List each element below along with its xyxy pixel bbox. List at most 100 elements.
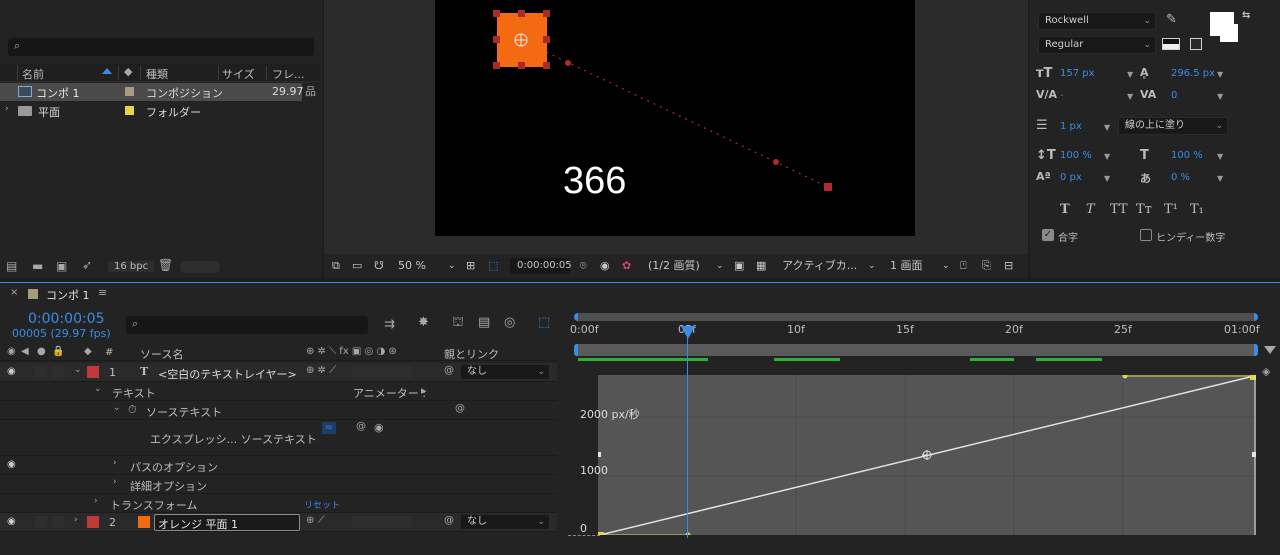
- expression-language-menu-icon[interactable]: ◉: [374, 422, 384, 433]
- chevron-down-icon[interactable]: ▼: [1104, 123, 1110, 132]
- source-name-header[interactable]: ソース名: [140, 346, 183, 362]
- viewer-timecode[interactable]: 0:00:00:05: [517, 258, 572, 274]
- flowchart-icon[interactable]: ⊟: [1004, 258, 1013, 274]
- eye-icon[interactable]: ◉: [7, 459, 16, 470]
- leading-value[interactable]: 296.5 px: [1171, 68, 1215, 79]
- sort-up-icon[interactable]: [102, 68, 112, 74]
- show-snapshot-icon[interactable]: ◉: [600, 258, 610, 274]
- layer-label-color[interactable]: [87, 366, 99, 378]
- chevron-down-icon[interactable]: ▼: [1127, 92, 1133, 101]
- motion-blur-icon[interactable]: ◎: [504, 316, 515, 329]
- faux-bold-icon[interactable]: T: [1060, 202, 1070, 217]
- layer-name[interactable]: <空白のテキストレイヤー>: [158, 366, 297, 382]
- pick-whip-icon[interactable]: @: [444, 516, 454, 526]
- baseline-shift-value[interactable]: 0 px: [1060, 172, 1082, 183]
- label-column-icon[interactable]: ◆: [84, 347, 92, 357]
- expression-enable-icon[interactable]: =: [322, 422, 336, 434]
- chevron-down-icon[interactable]: ▼: [1217, 174, 1223, 183]
- draft-3d-icon[interactable]: ✸: [418, 316, 429, 329]
- timeline-menu-icon[interactable]: [1264, 346, 1276, 354]
- pick-whip-icon[interactable]: @: [444, 366, 454, 376]
- mask-visibility-icon[interactable]: ☋: [374, 258, 384, 274]
- property-transform[interactable]: › トランスフォーム リセット: [0, 494, 557, 513]
- grid-guide-icon[interactable]: ⊞: [466, 258, 475, 274]
- chevron-down-icon[interactable]: ⌄: [448, 258, 456, 274]
- column-type[interactable]: 種類: [146, 66, 168, 82]
- stroke-mode-select[interactable]: 線の上に塗り ⌄: [1118, 117, 1228, 135]
- graph-options-icon[interactable]: ◈: [1262, 366, 1270, 377]
- transform-box-handle[interactable]: [598, 452, 601, 457]
- property-more-options[interactable]: › 詳細オプション: [0, 475, 557, 494]
- faux-italic-icon[interactable]: T: [1086, 202, 1095, 217]
- chevron-down-icon[interactable]: ▼: [1217, 92, 1223, 101]
- thumbnail-slider[interactable]: [180, 261, 220, 273]
- chevron-right-icon[interactable]: ›: [113, 459, 117, 468]
- time-ruler[interactable]: 0:00f 05f 10f 15f 20f 25f 01:00f: [570, 313, 1260, 343]
- eye-icon[interactable]: ◉: [7, 516, 16, 527]
- tracking-value[interactable]: 0: [1171, 90, 1177, 101]
- current-time-indicator-line[interactable]: [687, 326, 688, 538]
- chevron-right-icon[interactable]: ›: [94, 497, 98, 506]
- expression-pickwhip-icon[interactable]: @: [356, 422, 366, 432]
- lock-icon[interactable]: 🔒: [52, 347, 64, 357]
- vertical-scale-value[interactable]: 100 %: [1060, 150, 1092, 161]
- tab-composition[interactable]: コンポ 1: [46, 287, 90, 303]
- work-area-bar[interactable]: [574, 344, 1258, 356]
- layer-switches-icon[interactable]: ⊕ ⟋: [306, 516, 325, 526]
- time-navigator[interactable]: [574, 313, 1258, 321]
- resolution-select[interactable]: (1/2 画質): [648, 258, 700, 274]
- switch-box[interactable]: [352, 516, 412, 528]
- audio-toggle[interactable]: [35, 516, 47, 528]
- transparency-grid-icon[interactable]: ▦: [756, 258, 766, 274]
- property-expression[interactable]: エクスプレッシ... ソーステキスト = @ ◉: [0, 420, 557, 456]
- layer-label-color[interactable]: [87, 516, 99, 528]
- display-icon[interactable]: ▭: [352, 258, 362, 274]
- chevron-down-icon[interactable]: ▼: [1217, 70, 1223, 79]
- panel-menu-icon[interactable]: ≡: [98, 287, 107, 298]
- chevron-down-icon[interactable]: ▼: [1104, 152, 1110, 161]
- reset-link[interactable]: リセット: [304, 498, 340, 511]
- label-column-icon[interactable]: ◆: [124, 66, 132, 77]
- solo-toggle[interactable]: [52, 516, 64, 528]
- current-time-indicator-head[interactable]: [681, 326, 695, 339]
- graph-editor-icon[interactable]: ⬚: [538, 316, 550, 329]
- black-white-icon[interactable]: [1162, 38, 1180, 50]
- layer-name-field[interactable]: オレンジ 平面 1: [154, 514, 300, 531]
- property-text[interactable]: ⌄ テキスト アニメーター : ▸: [0, 382, 557, 401]
- subscript-icon[interactable]: T₁: [1190, 202, 1204, 217]
- chevron-right-icon[interactable]: ›: [5, 105, 9, 114]
- project-search-input[interactable]: ⌕: [8, 38, 314, 56]
- parent-select[interactable]: なし ⌄: [460, 514, 550, 530]
- fill-color-swatch[interactable]: [1210, 12, 1234, 36]
- solo-toggle[interactable]: [52, 366, 64, 378]
- column-name[interactable]: 名前: [22, 66, 44, 82]
- animator-label[interactable]: アニメーター :: [353, 385, 426, 401]
- font-style-select[interactable]: Regular ⌄: [1038, 36, 1156, 54]
- chevron-right-icon[interactable]: ›: [74, 516, 78, 525]
- shy-layers-icon[interactable]: ⛫: [452, 316, 464, 329]
- eye-icon[interactable]: ◉: [7, 366, 16, 377]
- label-swatch[interactable]: [125, 106, 134, 115]
- region-of-interest-icon[interactable]: ⬚: [488, 258, 498, 274]
- all-caps-icon[interactable]: TT: [1110, 202, 1128, 217]
- toggle-pixel-aspect-icon[interactable]: ⍞: [960, 258, 967, 274]
- frame-blending-icon[interactable]: ▤: [478, 316, 490, 329]
- color-channel-icon[interactable]: ✿: [622, 258, 631, 274]
- snapshot-preview-icon[interactable]: ⧉: [332, 258, 340, 274]
- composition-canvas[interactable]: 366: [435, 0, 915, 236]
- layer-row-text[interactable]: ◉ ⌄ 1 T <空白のテキストレイヤー> ⊕ ✲ ⟋ @ なし ⌄: [0, 363, 557, 382]
- stroke-width-value[interactable]: 1 px: [1060, 121, 1082, 132]
- column-size[interactable]: サイズ: [222, 66, 255, 82]
- parent-link-header[interactable]: 親とリンク: [444, 346, 499, 362]
- chevron-down-icon[interactable]: ⌄: [74, 366, 82, 375]
- ligature-checkbox[interactable]: ✓: [1042, 229, 1054, 241]
- chevron-down-icon[interactable]: ⌄: [716, 258, 724, 274]
- play-circle-icon[interactable]: ▸: [421, 385, 427, 396]
- comp-mini-flowchart-icon[interactable]: ⇉: [384, 318, 395, 331]
- chevron-down-icon[interactable]: ▼: [1127, 70, 1133, 79]
- column-fps[interactable]: フレ...: [272, 66, 305, 82]
- layer-switches-icon[interactable]: ⊕ ✲ ⟋: [306, 366, 336, 376]
- chevron-down-icon[interactable]: ⌄: [868, 258, 876, 274]
- camera-select[interactable]: アクティブカ...: [782, 258, 857, 274]
- stopwatch-icon[interactable]: ⏱: [128, 404, 137, 415]
